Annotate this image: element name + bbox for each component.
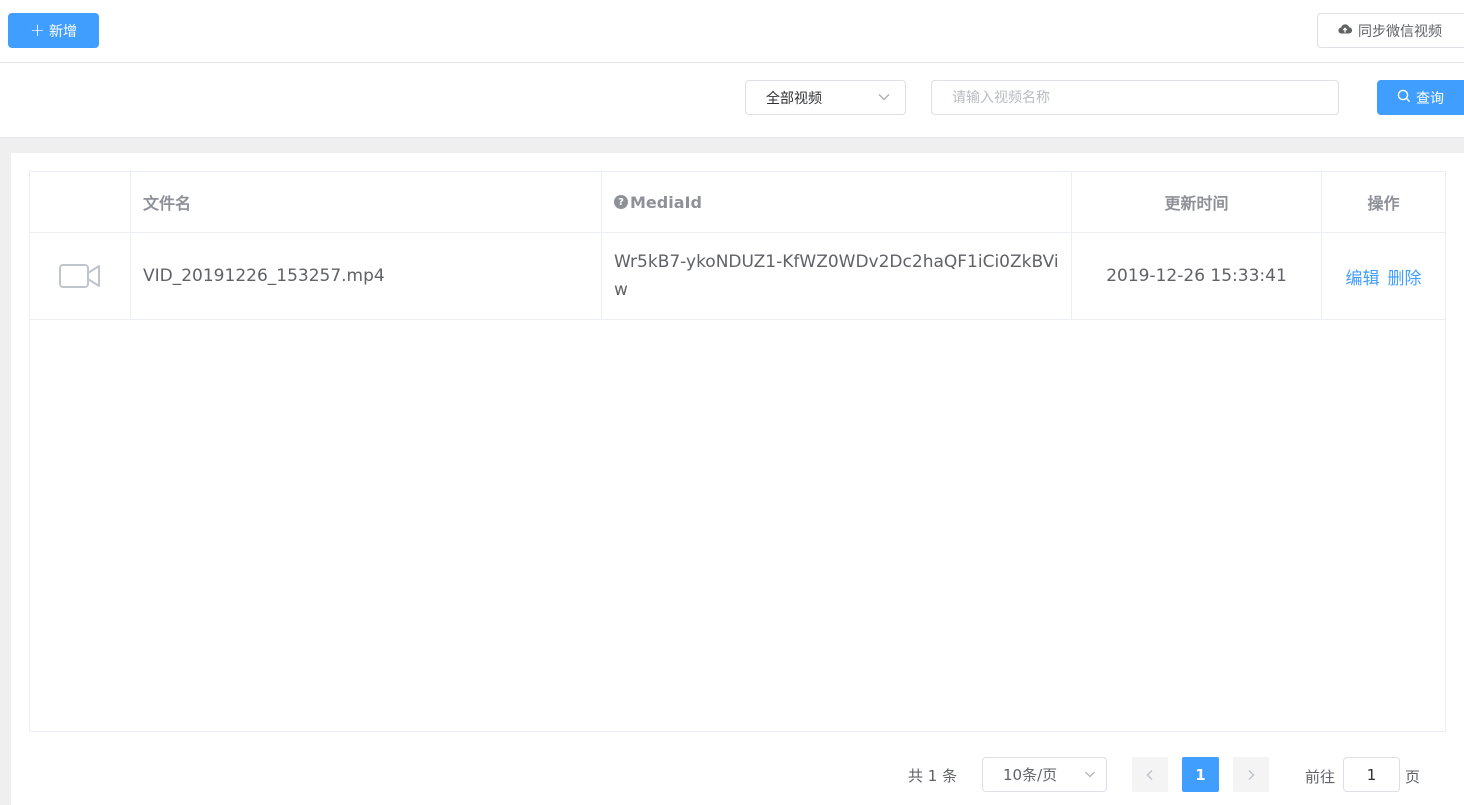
next-page-button[interactable] [1233, 757, 1269, 792]
add-button[interactable]: + 新增 [8, 13, 99, 48]
column-header-icon [30, 172, 131, 232]
goto-prefix: 前往 [1305, 768, 1336, 786]
video-type-selected: 全部视频 [766, 90, 822, 107]
video-camera-icon [59, 264, 100, 288]
column-header-filename: 文件名 [131, 172, 602, 232]
delete-link[interactable]: 删除 [1388, 264, 1422, 289]
plus-icon: + [29, 19, 46, 41]
cloud-upload-icon [1338, 23, 1353, 39]
pagination-total: 共 1 条 [908, 767, 958, 785]
filter-bar: 全部视频 查询 [0, 63, 1464, 138]
query-button[interactable]: 查询 [1377, 80, 1464, 115]
chevron-left-icon [1146, 769, 1153, 780]
add-button-label: 新增 [49, 23, 78, 40]
edit-link[interactable]: 编辑 [1346, 264, 1380, 289]
row-filename: VID_20191226_153257.mp4 [131, 233, 602, 319]
column-header-actions: 操作 [1367, 194, 1400, 213]
video-name-search-input[interactable] [931, 80, 1339, 115]
top-toolbar: + 新增 同步微信视频 [0, 0, 1464, 63]
sync-wechat-video-button[interactable]: 同步微信视频 [1317, 13, 1464, 48]
chevron-down-icon [1085, 771, 1095, 778]
page-size-selected: 10条/页 [1003, 766, 1058, 784]
search-icon [1397, 89, 1411, 107]
goto-suffix: 页 [1405, 768, 1421, 786]
question-circle-icon[interactable]: ? [614, 195, 628, 209]
chevron-down-icon [878, 94, 890, 101]
sync-button-label: 同步微信视频 [1358, 23, 1442, 40]
row-media-id: Wr5kB7-ykoNDUZ1-KfWZ0WDv2Dc2haQF1iCi0ZkB… [602, 233, 1072, 319]
column-header-updated: 更新时间 [1072, 172, 1322, 232]
column-header-mediaid-label: MediaId [630, 192, 702, 212]
prev-page-button[interactable] [1132, 757, 1168, 792]
table-row: VID_20191226_153257.mp4 Wr5kB7-ykoNDUZ1-… [30, 233, 1445, 320]
goto-page-input[interactable] [1343, 757, 1400, 792]
query-button-label: 查询 [1416, 90, 1444, 107]
table-header: 文件名 ? MediaId 更新时间 操作 [30, 172, 1445, 233]
video-table: 文件名 ? MediaId 更新时间 操作 VID_20191226_15325… [29, 171, 1446, 732]
chevron-right-icon [1248, 769, 1255, 780]
row-actions: 编辑 删除 [1322, 233, 1445, 319]
row-updated-time: 2019-12-26 15:33:41 [1072, 233, 1322, 319]
page-number-current[interactable]: 1 [1182, 757, 1219, 792]
column-header-mediaid: ? MediaId [602, 172, 1072, 232]
video-type-select[interactable]: 全部视频 [745, 80, 906, 115]
page-size-select[interactable]: 10条/页 [982, 757, 1107, 792]
row-icon-cell [30, 233, 131, 319]
